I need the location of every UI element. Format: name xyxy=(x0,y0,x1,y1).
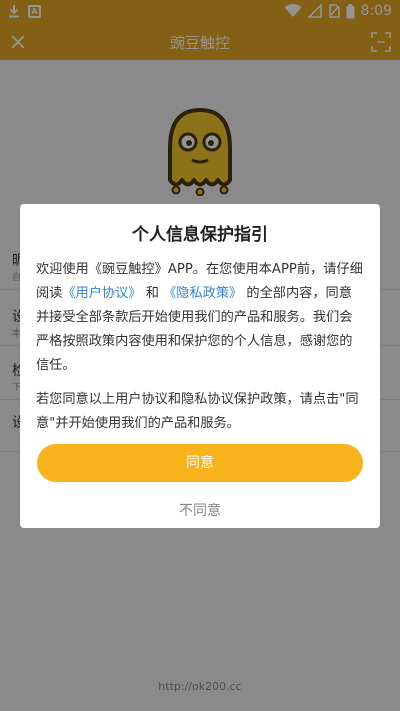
dialog-body: 欢迎使用《豌豆触控》APP。在您使用本APP前，请仔细阅读《用户协议》 和 《隐… xyxy=(36,258,364,446)
dialog-paragraph-1: 欢迎使用《豌豆触控》APP。在您使用本APP前，请仔细阅读《用户协议》 和 《隐… xyxy=(36,258,364,378)
disagree-button[interactable]: 不同意 xyxy=(20,500,380,520)
dialog-title: 个人信息保护指引 xyxy=(132,225,268,245)
user-agreement-link[interactable]: 《用户协议》 xyxy=(62,286,141,301)
dialog-text: 和 xyxy=(145,286,159,301)
privacy-policy-link[interactable]: 《隐私政策》 xyxy=(163,286,242,301)
dialog-paragraph-2: 若您同意以上用户协议和隐私协议保护政策，请点击"同意"并开始使用我们的产品和服务… xyxy=(36,392,359,431)
agree-button[interactable]: 同意 xyxy=(37,444,363,482)
privacy-dialog: 个人信息保护指引 欢迎使用《豌豆触控》APP。在您使用本APP前，请仔细阅读《用… xyxy=(20,204,380,528)
